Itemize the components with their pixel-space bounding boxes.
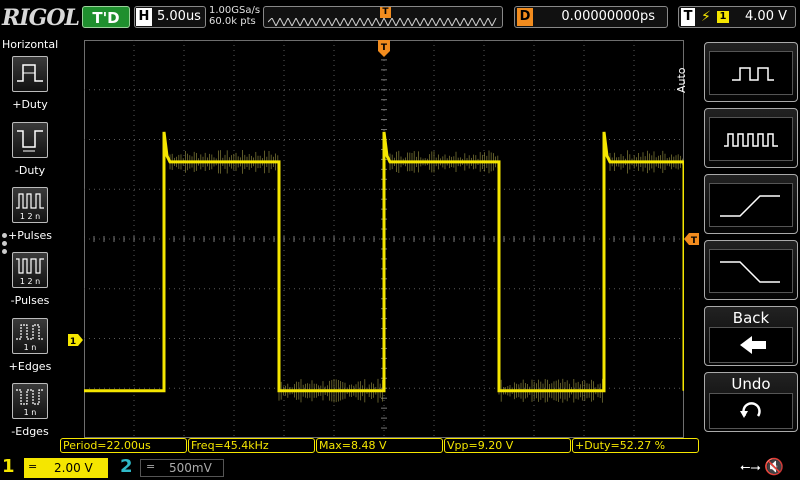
- acquisition-info: 1.00GSa/s 60.0k pts: [209, 5, 260, 27]
- ch1-coupling-icon: =: [28, 460, 38, 473]
- undo-icon: [740, 402, 761, 418]
- neg-edges-button[interactable]: 1 n: [12, 383, 48, 419]
- falling-edge-icon: [720, 261, 780, 283]
- pos-duty-icon: [17, 64, 43, 82]
- svg-text:T: T: [381, 43, 388, 53]
- pos-edges-icon: 1 n: [16, 324, 44, 352]
- horizontal-measure-menu: Horizontal +Duty -Duty 1 2 n +Pulses 1 2…: [0, 36, 60, 456]
- delay-value: 0.00000000ps: [561, 9, 655, 24]
- measurement-frequency[interactable]: Freq=45.4kHz: [188, 438, 315, 453]
- memory-waveform-overview: [268, 18, 497, 26]
- neg-pulses-label: -Pulses: [10, 294, 50, 307]
- period-measure-button[interactable]: [704, 42, 798, 102]
- neg-edges-icon: 1 n: [16, 389, 44, 417]
- measurement-vpp[interactable]: Vpp=9.20 V: [444, 438, 571, 453]
- back-label: Back: [732, 309, 770, 327]
- delay-display[interactable]: D 0.00000000ps: [514, 6, 668, 28]
- measurement-max[interactable]: Max=8.48 V: [316, 438, 443, 453]
- measurement-pos-duty[interactable]: +Duty=52.27 %: [572, 438, 699, 453]
- ch2-coupling-icon: =: [146, 460, 156, 473]
- trigger-level-value: 4.00 V: [745, 9, 787, 24]
- pos-pulses-label: +Pulses: [8, 229, 52, 242]
- delay-tag: D: [517, 8, 533, 26]
- neg-edges-label: -Edges: [11, 425, 49, 438]
- measurement-bar: Period=22.00us Freq=45.4kHz Max=8.48 V V…: [60, 438, 700, 454]
- edge-trigger-icon: ⚡: [701, 9, 711, 25]
- memory-trigger-marker: T: [380, 7, 391, 18]
- undo-button[interactable]: Undo: [704, 372, 798, 432]
- usb-icon: ⭠⭢: [740, 460, 761, 475]
- pos-duty-button[interactable]: [12, 56, 48, 92]
- measure-softkey-menu: Auto Back Undo: [675, 36, 800, 456]
- measurement-period[interactable]: Period=22.00us: [60, 438, 187, 453]
- pos-pulses-icon: 1 2 n: [16, 193, 44, 221]
- neg-pulses-button[interactable]: 1 2 n: [12, 252, 48, 288]
- pulses-index-text: 1 2 n: [20, 277, 40, 286]
- sample-rate: 1.00GSa/s: [209, 5, 261, 16]
- ch1-number[interactable]: 1: [2, 456, 15, 477]
- waveform-display[interactable]: [84, 40, 684, 438]
- neg-duty-label: -Duty: [14, 164, 46, 177]
- timebase-value: 5.00us: [157, 9, 201, 24]
- ch1-ground-marker[interactable]: 1: [68, 334, 84, 347]
- menu-title: Horizontal: [2, 38, 59, 51]
- neg-pulses-icon: 1 2 n: [16, 258, 44, 286]
- trigger-display[interactable]: T ⚡ 1 4.00 V: [678, 6, 796, 28]
- left-arrow-icon: [740, 336, 766, 354]
- timebase-display[interactable]: H 5.00us: [134, 6, 206, 28]
- pos-pulses-button[interactable]: 1 2 n: [12, 187, 48, 223]
- undo-label: Undo: [731, 375, 771, 393]
- svg-text:1: 1: [70, 337, 76, 347]
- pos-edges-label: +Edges: [8, 360, 52, 373]
- rigol-logo: RIGOL: [2, 5, 80, 31]
- trigger-position-marker[interactable]: T: [377, 40, 391, 58]
- trigger-status-badge: T'D: [82, 6, 130, 28]
- pulse-train-icon: [724, 133, 778, 147]
- trigger-tag: T: [681, 8, 695, 26]
- neg-duty-icon: [17, 130, 43, 152]
- pulses-index-text: 1 2 n: [20, 212, 40, 221]
- pos-edges-button[interactable]: 1 n: [12, 318, 48, 354]
- neg-duty-button[interactable]: [12, 122, 48, 158]
- ch2-number[interactable]: 2: [120, 456, 133, 477]
- pos-duty-label: +Duty: [12, 98, 48, 111]
- trigger-source-badge: 1: [717, 11, 729, 23]
- rise-time-button[interactable]: [704, 174, 798, 234]
- edges-index-text: 1 n: [24, 343, 37, 352]
- single-pulse-icon: [732, 67, 774, 81]
- fall-time-button[interactable]: [704, 240, 798, 300]
- speaker-muted-icon[interactable]: 🔇: [764, 457, 784, 476]
- rising-edge-icon: [720, 195, 780, 217]
- memory-depth: 60.0k pts: [209, 16, 256, 27]
- back-button[interactable]: Back: [704, 306, 798, 366]
- horizontal-tag: H: [136, 8, 152, 26]
- edges-index-text: 1 n: [24, 408, 37, 417]
- multi-period-button[interactable]: [704, 108, 798, 168]
